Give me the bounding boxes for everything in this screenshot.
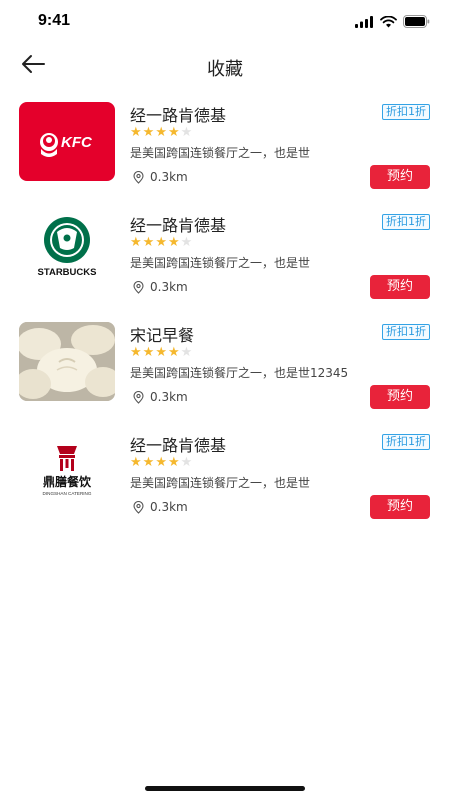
star-icon: ★ bbox=[130, 235, 142, 250]
location: 0.3km bbox=[133, 390, 188, 404]
battery-icon bbox=[403, 15, 430, 28]
list-item[interactable]: 鼎膳餐饮 DINGSHAN CATERING 经一路肯德基 折扣1折 ★ ★ ★… bbox=[0, 430, 450, 540]
starbucks-logo-text: STARBUCKS bbox=[38, 267, 97, 278]
status-icons bbox=[355, 15, 430, 28]
book-button[interactable]: 预约 bbox=[370, 495, 430, 519]
star-empty-icon: ★ bbox=[180, 455, 193, 470]
star-icon: ★ bbox=[155, 235, 167, 250]
item-name: 经一路肯德基 bbox=[130, 106, 227, 125]
location: 0.3km bbox=[133, 500, 188, 514]
distance: 0.3km bbox=[150, 500, 188, 514]
distance: 0.3km bbox=[150, 170, 188, 184]
star-icon: ★ bbox=[155, 455, 167, 470]
item-name: 宋记早餐 bbox=[130, 326, 195, 345]
item-description: 是美国跨国连锁餐厅之一，也是世 bbox=[130, 256, 311, 270]
star-empty-icon: ★ bbox=[180, 125, 193, 140]
star-icon: ★ bbox=[142, 455, 155, 470]
starbucks-logo: STARBUCKS bbox=[19, 212, 115, 291]
dingshan-catering-logo: 鼎膳餐饮 DINGSHAN CATERING bbox=[19, 432, 115, 511]
star-icon: ★ bbox=[167, 345, 180, 360]
location-pin-icon bbox=[133, 280, 144, 294]
star-icon: ★ bbox=[142, 125, 155, 140]
kfc-logo: KFC bbox=[19, 102, 115, 181]
star-icon: ★ bbox=[142, 345, 155, 360]
favorites-list: KFC 经一路肯德基 折扣1折 ★ ★ ★ ★ ★ 是美国跨国连锁餐厅之一，也是… bbox=[0, 100, 450, 540]
item-description: 是美国跨国连锁餐厅之一，也是世12345 bbox=[130, 366, 349, 380]
distance: 0.3km bbox=[150, 390, 188, 404]
star-icon: ★ bbox=[130, 455, 142, 470]
location-pin-icon bbox=[133, 390, 144, 404]
list-item[interactable]: STARBUCKS 经一路肯德基 折扣1折 ★ ★ ★ ★ ★ 是美国跨国连锁餐… bbox=[0, 210, 450, 320]
star-icon: ★ bbox=[167, 125, 180, 140]
kfc-logo-text: KFC bbox=[61, 134, 93, 151]
star-icon: ★ bbox=[142, 235, 155, 250]
location-pin-icon bbox=[133, 170, 144, 184]
star-icon: ★ bbox=[155, 125, 167, 140]
star-icon: ★ bbox=[130, 125, 142, 140]
location: 0.3km bbox=[133, 170, 188, 184]
nav-bar: 收藏 bbox=[0, 44, 450, 88]
book-button[interactable]: 预约 bbox=[370, 385, 430, 409]
distance: 0.3km bbox=[150, 280, 188, 294]
discount-badge: 折扣1折 bbox=[382, 104, 430, 120]
discount-badge: 折扣1折 bbox=[382, 324, 430, 340]
dingshan-logo-subtext: DINGSHAN CATERING bbox=[43, 491, 92, 496]
status-bar: 9:41 bbox=[0, 0, 450, 44]
list-item[interactable]: 宋记早餐 折扣1折 ★ ★ ★ ★ ★ 是美国跨国连锁餐厅之一，也是世12345… bbox=[0, 320, 450, 430]
item-description: 是美国跨国连锁餐厅之一，也是世 bbox=[130, 146, 311, 160]
item-name: 经一路肯德基 bbox=[130, 216, 227, 235]
steamed-buns-photo bbox=[19, 322, 115, 401]
location-pin-icon bbox=[133, 500, 144, 514]
signal-icon bbox=[355, 15, 373, 28]
star-icon: ★ bbox=[155, 345, 167, 360]
book-button[interactable]: 预约 bbox=[370, 275, 430, 299]
book-button[interactable]: 预约 bbox=[370, 165, 430, 189]
home-indicator[interactable] bbox=[145, 786, 305, 791]
star-icon: ★ bbox=[167, 235, 180, 250]
rating-stars: ★ ★ ★ ★ ★ bbox=[130, 346, 192, 359]
wifi-icon bbox=[380, 15, 397, 27]
discount-badge: 折扣1折 bbox=[382, 434, 430, 450]
rating-stars: ★ ★ ★ ★ ★ bbox=[130, 456, 192, 469]
rating-stars: ★ ★ ★ ★ ★ bbox=[130, 236, 192, 249]
star-empty-icon: ★ bbox=[180, 345, 193, 360]
item-description: 是美国跨国连锁餐厅之一，也是世 bbox=[130, 476, 311, 490]
page-title: 收藏 bbox=[207, 59, 243, 80]
dingshan-logo-text: 鼎膳餐饮 bbox=[43, 474, 92, 489]
status-time: 9:41 bbox=[38, 12, 71, 29]
location: 0.3km bbox=[133, 280, 188, 294]
star-empty-icon: ★ bbox=[180, 235, 193, 250]
discount-badge: 折扣1折 bbox=[382, 214, 430, 230]
item-name: 经一路肯德基 bbox=[130, 436, 227, 455]
star-icon: ★ bbox=[167, 455, 180, 470]
rating-stars: ★ ★ ★ ★ ★ bbox=[130, 126, 192, 139]
list-item[interactable]: KFC 经一路肯德基 折扣1折 ★ ★ ★ ★ ★ 是美国跨国连锁餐厅之一，也是… bbox=[0, 100, 450, 210]
star-icon: ★ bbox=[130, 345, 142, 360]
